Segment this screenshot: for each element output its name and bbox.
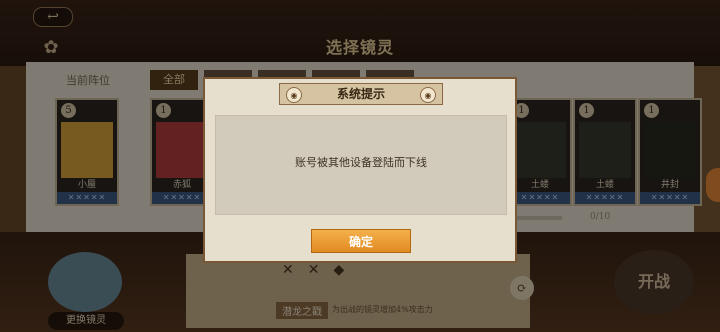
- dialog-title-banner: ◉ 系统提示 ◉: [279, 83, 443, 105]
- system-dialog: ◉ 系统提示 ◉ 账号被其他设备登陆而下线 确定: [203, 77, 517, 263]
- ornament-icon: ◉: [286, 87, 302, 103]
- confirm-button[interactable]: 确定: [311, 229, 411, 253]
- dialog-message: 账号被其他设备登陆而下线: [295, 156, 427, 169]
- ornament-icon: ◉: [420, 87, 436, 103]
- dialog-body: 账号被其他设备登陆而下线: [215, 115, 507, 215]
- dialog-title: 系统提示: [336, 87, 385, 101]
